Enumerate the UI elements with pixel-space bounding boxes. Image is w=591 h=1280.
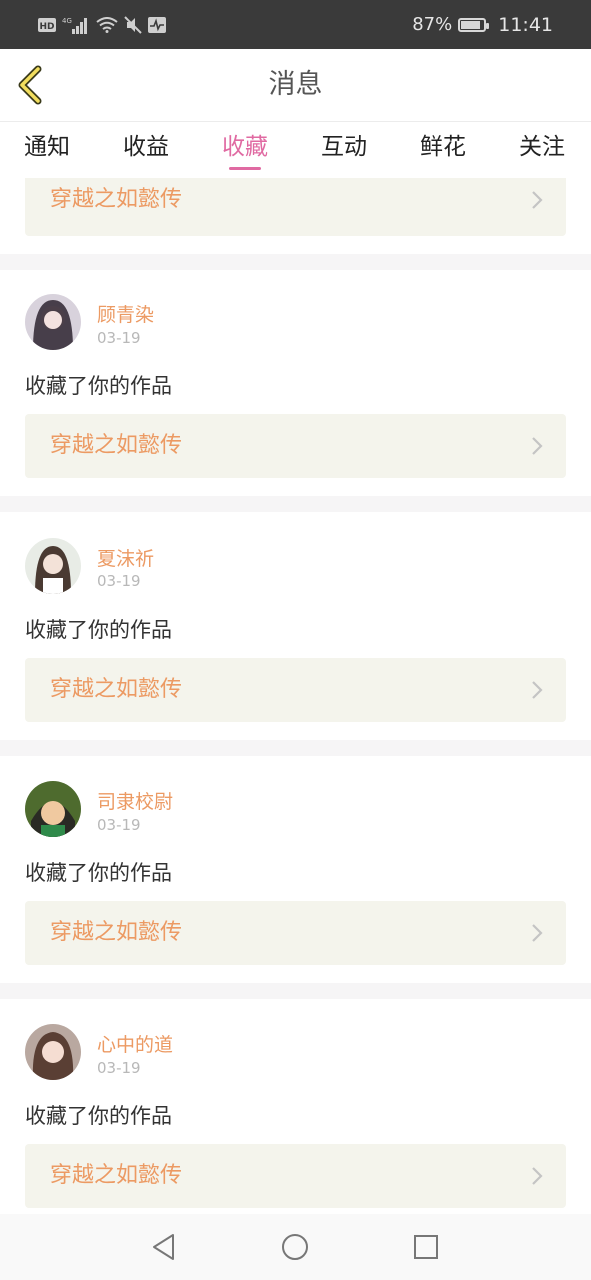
tab-follows[interactable]: 关注 bbox=[512, 122, 572, 178]
avatar[interactable] bbox=[25, 781, 81, 837]
chevron-right-icon bbox=[532, 1167, 543, 1185]
svg-text:HD: HD bbox=[39, 22, 54, 32]
hd-icon: HD bbox=[38, 17, 56, 32]
divider bbox=[0, 983, 591, 999]
action-text: 收藏了你的作品 bbox=[25, 374, 172, 398]
status-right: 87% 11:41 bbox=[412, 14, 553, 36]
action-text: 收藏了你的作品 bbox=[25, 861, 172, 885]
tab-interactions[interactable]: 互动 bbox=[314, 122, 374, 178]
work-link-card[interactable]: 穿越之如懿传 bbox=[25, 414, 566, 478]
chevron-right-icon bbox=[532, 191, 543, 209]
work-title: 穿越之如懿传 bbox=[50, 920, 183, 945]
avatar[interactable] bbox=[25, 1024, 81, 1080]
status-bar: HD 4G 87% 11:41 bbox=[0, 0, 591, 49]
date: 03-19 bbox=[97, 816, 141, 834]
work-title: 穿越之如懿传 bbox=[50, 677, 183, 702]
tab-bar: 通知 收益 收藏 互动 鲜花 关注 bbox=[0, 122, 591, 178]
work-title: 穿越之如懿传 bbox=[50, 433, 183, 458]
work-link-card[interactable]: 穿越之如懿传 bbox=[25, 658, 566, 722]
divider bbox=[0, 496, 591, 512]
avatar[interactable] bbox=[25, 294, 81, 350]
action-text: 收藏了你的作品 bbox=[25, 618, 172, 642]
header: 消息 bbox=[0, 49, 591, 122]
tab-earnings[interactable]: 收益 bbox=[116, 122, 176, 178]
status-icons: HD 4G bbox=[38, 15, 166, 34]
user-name[interactable]: 心中的道 bbox=[97, 1030, 173, 1057]
system-nav-bar bbox=[0, 1214, 591, 1280]
chevron-right-icon bbox=[532, 681, 543, 699]
action-text: 收藏了你的作品 bbox=[25, 1104, 172, 1128]
chevron-right-icon bbox=[532, 924, 543, 942]
mute-icon bbox=[124, 15, 142, 34]
clock: 11:41 bbox=[498, 13, 553, 36]
activity-icon bbox=[148, 16, 166, 33]
user-name[interactable]: 夏沫祈 bbox=[97, 544, 154, 571]
battery-icon bbox=[458, 17, 490, 32]
wifi-icon bbox=[96, 16, 118, 33]
date: 03-19 bbox=[97, 329, 141, 347]
svg-text:4G: 4G bbox=[62, 17, 72, 25]
page-title: 消息 bbox=[268, 69, 323, 100]
date: 03-19 bbox=[97, 572, 141, 590]
divider bbox=[0, 740, 591, 756]
signal-4g-icon: 4G bbox=[62, 17, 87, 34]
back-triangle-icon[interactable] bbox=[148, 1231, 180, 1263]
work-title: 穿越之如懿传 bbox=[50, 1163, 183, 1188]
recents-square-icon[interactable] bbox=[410, 1231, 442, 1263]
chevron-right-icon bbox=[532, 437, 543, 455]
battery-percent: 87% bbox=[412, 14, 453, 35]
work-link-card[interactable]: 穿越之如懿传 bbox=[25, 1144, 566, 1208]
user-name[interactable]: 顾青染 bbox=[97, 300, 154, 327]
user-name[interactable]: 司隶校尉 bbox=[97, 787, 173, 814]
work-link-card[interactable]: 穿越之如懿传 bbox=[25, 178, 566, 236]
tab-notifications[interactable]: 通知 bbox=[17, 122, 77, 178]
tab-favorites[interactable]: 收藏 bbox=[215, 122, 275, 178]
tab-flowers[interactable]: 鲜花 bbox=[413, 122, 473, 178]
date: 03-19 bbox=[97, 1059, 141, 1077]
work-link-card[interactable]: 穿越之如懿传 bbox=[25, 901, 566, 965]
avatar[interactable] bbox=[25, 538, 81, 594]
work-title: 穿越之如懿传 bbox=[50, 187, 183, 212]
home-circle-icon[interactable] bbox=[279, 1231, 311, 1263]
divider bbox=[0, 254, 591, 270]
tab-active-indicator bbox=[229, 167, 261, 170]
message-list[interactable]: 穿越之如懿传 顾青染 03-19 收藏了你的作品 穿越之如懿传 夏沫祈 03-1… bbox=[0, 178, 591, 1214]
